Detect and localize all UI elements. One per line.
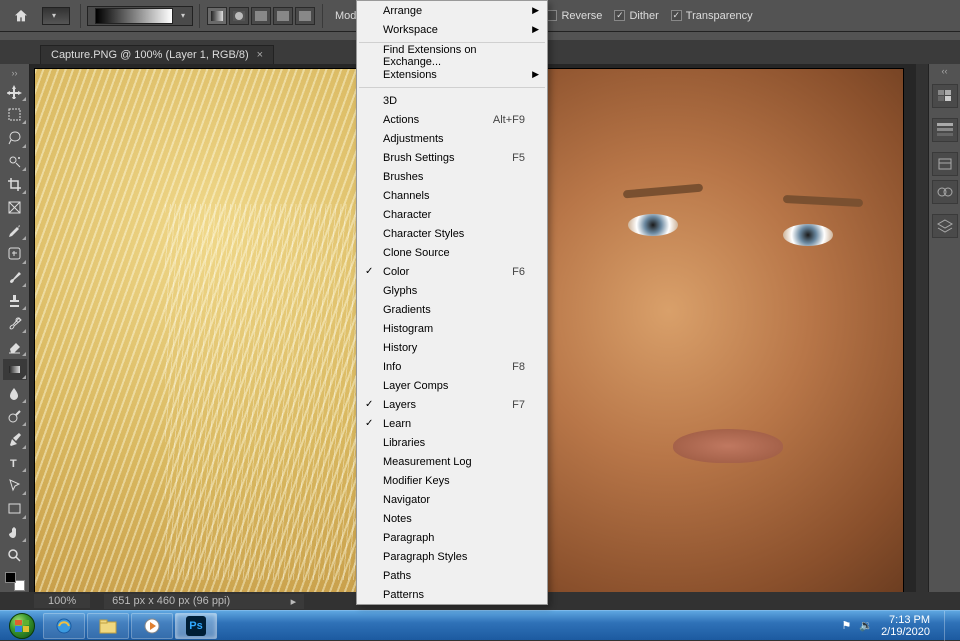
tool-brush[interactable] — [3, 267, 27, 288]
tool-zoom[interactable] — [3, 545, 27, 566]
doc-info[interactable]: 651 px x 460 px (96 ppi) ▸ — [104, 594, 304, 609]
tool-crop[interactable] — [3, 174, 27, 195]
linear-gradient-icon[interactable] — [207, 7, 227, 25]
tool-pen[interactable] — [3, 429, 27, 450]
swatches-panel-icon[interactable] — [932, 118, 958, 142]
reverse-checkbox[interactable]: Reverse — [546, 10, 602, 22]
menu-item-layers[interactable]: ✓LayersF7 — [357, 395, 547, 414]
zoom-level[interactable]: 100% — [34, 594, 90, 608]
window-menu: Arrange▶Workspace▶ Find Extensions on Exc… — [356, 0, 548, 605]
menu-item-clone-source[interactable]: Clone Source — [357, 243, 547, 262]
menu-item-workspace[interactable]: Workspace▶ — [357, 20, 547, 39]
menu-item-patterns[interactable]: Patterns — [357, 585, 547, 604]
menu-item-measurement-log[interactable]: Measurement Log — [357, 452, 547, 471]
tool-frame[interactable] — [3, 197, 27, 218]
menu-item-extensions[interactable]: Extensions▶ — [357, 65, 547, 84]
tool-stamp[interactable] — [3, 290, 27, 311]
tool-dodge[interactable] — [3, 406, 27, 427]
tray-flag-icon[interactable]: ⚑ — [841, 619, 851, 632]
system-tray: ⚑ 🔉 7:13 PM 2/19/2020 — [841, 611, 958, 641]
dither-checkbox[interactable]: Dither — [614, 10, 658, 22]
tool-gradient[interactable] — [3, 359, 27, 380]
menu-item-modifier-keys[interactable]: Modifier Keys — [357, 471, 547, 490]
gradient-preview — [95, 8, 173, 24]
tool-healing[interactable] — [3, 243, 27, 264]
tool-hand[interactable] — [3, 522, 27, 543]
menu-item-actions[interactable]: ActionsAlt+F9 — [357, 110, 547, 129]
tool-history-brush[interactable] — [3, 313, 27, 334]
menu-item-brush-settings[interactable]: Brush SettingsF5 — [357, 148, 547, 167]
tool-type[interactable]: T — [3, 452, 27, 473]
menu-item-brushes[interactable]: Brushes — [357, 167, 547, 186]
windows-taskbar: Ps ⚑ 🔉 7:13 PM 2/19/2020 — [0, 610, 960, 640]
taskbar-photoshop[interactable]: Ps — [175, 613, 217, 639]
tool-quick-select[interactable] — [3, 151, 27, 172]
color-panel-icon[interactable] — [932, 84, 958, 108]
tool-eyedropper[interactable] — [3, 220, 27, 241]
menu-item-info[interactable]: InfoF8 — [357, 357, 547, 376]
diamond-gradient-icon[interactable] — [295, 7, 315, 25]
menu-item-channels[interactable]: Channels — [357, 186, 547, 205]
show-desktop[interactable] — [944, 611, 954, 641]
color-swatches[interactable] — [3, 571, 27, 592]
tray-clock[interactable]: 7:13 PM 2/19/2020 — [881, 614, 930, 638]
taskbar-ie[interactable] — [43, 613, 85, 639]
menu-item-adjustments[interactable]: Adjustments — [357, 129, 547, 148]
start-button[interactable] — [2, 611, 42, 641]
right-panel-dock: ‹‹ — [928, 64, 960, 592]
taskbar-explorer[interactable] — [87, 613, 129, 639]
menu-item-libraries[interactable]: Libraries — [357, 433, 547, 452]
tool-blur[interactable] — [3, 382, 27, 403]
radial-gradient-icon[interactable] — [229, 7, 249, 25]
menu-item-paths[interactable]: Paths — [357, 566, 547, 585]
menu-item-character[interactable]: Character — [357, 205, 547, 224]
menu-item-character-styles[interactable]: Character Styles — [357, 224, 547, 243]
tool-rectangle[interactable] — [3, 498, 27, 519]
document-tab-title: Capture.PNG @ 100% (Layer 1, RGB/8) — [51, 49, 249, 61]
taskbar-wmp[interactable] — [131, 613, 173, 639]
home-icon[interactable] — [10, 5, 32, 27]
tray-volume-icon[interactable]: 🔉 — [859, 619, 873, 632]
libraries-panel-icon[interactable] — [932, 152, 958, 176]
tool-preset-picker[interactable]: ▾ — [42, 7, 70, 25]
toolbox: ›› T — [0, 64, 30, 592]
menu-item-3d[interactable]: 3D — [357, 91, 547, 110]
menu-item-learn[interactable]: ✓Learn — [357, 414, 547, 433]
menu-item-color[interactable]: ✓ColorF6 — [357, 262, 547, 281]
tool-move[interactable] — [3, 81, 27, 102]
menu-item-history[interactable]: History — [357, 338, 547, 357]
tool-eraser[interactable] — [3, 336, 27, 357]
close-icon[interactable]: × — [257, 49, 263, 61]
adjustments-panel-icon[interactable] — [932, 180, 958, 204]
collapse-icon[interactable]: ›› — [12, 68, 18, 78]
menu-item-layer-comps[interactable]: Layer Comps — [357, 376, 547, 395]
transparency-checkbox[interactable]: Transparency — [671, 10, 753, 22]
menu-item-gradients[interactable]: Gradients — [357, 300, 547, 319]
tool-lasso[interactable] — [3, 127, 27, 148]
menu-item-find-extensions-on-exchange-[interactable]: Find Extensions on Exchange... — [357, 46, 547, 65]
menu-item-histogram[interactable]: Histogram — [357, 319, 547, 338]
tool-path-select[interactable] — [3, 475, 27, 496]
angle-gradient-icon[interactable] — [251, 7, 271, 25]
expand-icon[interactable]: ‹‹ — [942, 66, 948, 76]
menu-item-arrange[interactable]: Arrange▶ — [357, 1, 547, 20]
svg-text:T: T — [10, 458, 17, 470]
tool-marquee[interactable] — [3, 104, 27, 125]
menu-item-paragraph[interactable]: Paragraph — [357, 528, 547, 547]
menu-item-notes[interactable]: Notes — [357, 509, 547, 528]
gradient-picker[interactable]: ▾ — [87, 6, 193, 26]
reflected-gradient-icon[interactable] — [273, 7, 293, 25]
menu-item-paragraph-styles[interactable]: Paragraph Styles — [357, 547, 547, 566]
menu-item-glyphs[interactable]: Glyphs — [357, 281, 547, 300]
document-tab[interactable]: Capture.PNG @ 100% (Layer 1, RGB/8) × — [40, 45, 274, 64]
layers-panel-icon[interactable] — [932, 214, 958, 238]
menu-item-navigator[interactable]: Navigator — [357, 490, 547, 509]
